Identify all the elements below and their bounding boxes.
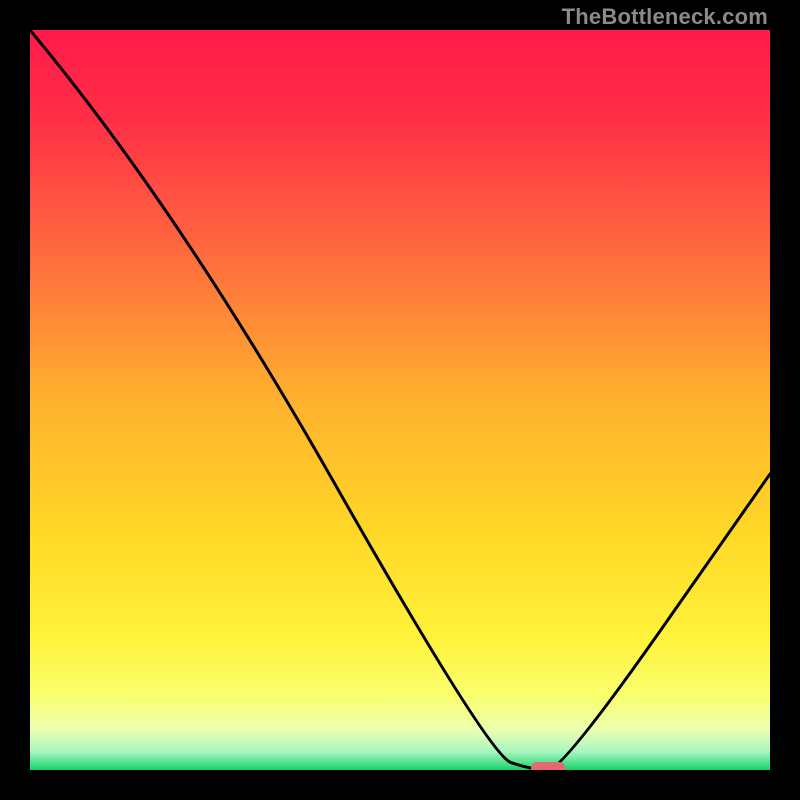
optimal-marker bbox=[531, 762, 565, 770]
watermark: TheBottleneck.com bbox=[562, 4, 768, 30]
chart-frame: TheBottleneck.com bbox=[0, 0, 800, 800]
plot-area bbox=[30, 30, 770, 770]
bottleneck-curve bbox=[30, 30, 770, 770]
